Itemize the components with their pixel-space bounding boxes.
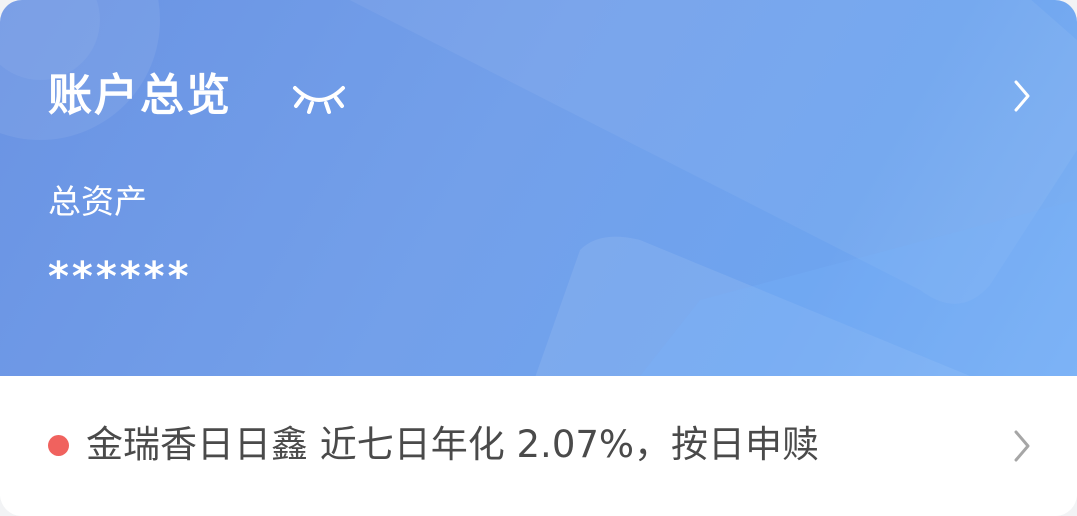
promo-arrow[interactable] xyxy=(1008,428,1036,464)
background-decoration xyxy=(0,0,1077,376)
account-overview-title: 账户总览 xyxy=(48,70,232,121)
account-overview-arrow[interactable] xyxy=(1008,78,1036,114)
total-assets-value: ****** xyxy=(48,254,192,300)
total-assets-label: 总资产 xyxy=(48,182,147,221)
promo-text[interactable]: 金瑞香日日鑫 近七日年化 2.07%，按日申赎 xyxy=(86,420,819,470)
promo-dot xyxy=(48,435,69,456)
account-overview-card: 账户总览 总资产 ****** 金瑞香日日鑫 近七日年化 2.07%，按日申赎 xyxy=(0,0,1077,516)
chevron-right-icon xyxy=(1014,80,1030,112)
account-overview-header[interactable]: 账户总览 总资产 ****** xyxy=(0,0,1077,376)
chevron-right-icon xyxy=(1014,430,1030,462)
toggle-visibility-button[interactable] xyxy=(290,78,348,116)
closed-eye-icon xyxy=(293,86,345,114)
